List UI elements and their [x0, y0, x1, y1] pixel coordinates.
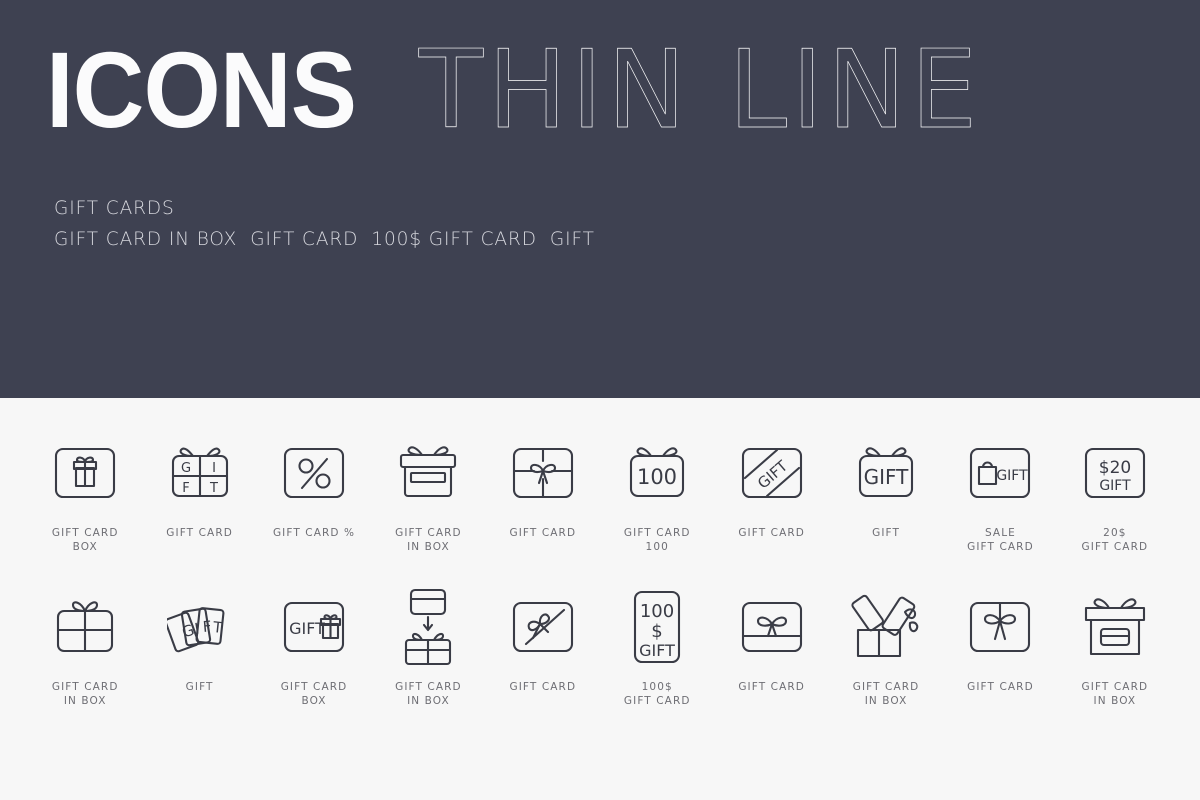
- icon-caption: GIFT CARD IN BOX: [1081, 681, 1149, 707]
- icon-glyph-currency: $: [652, 621, 663, 642]
- icon-caption: GIFT CARD: [509, 527, 577, 539]
- icon-caption: 100$ GIFT CARD: [623, 681, 691, 707]
- icon-cell-gift-card-center-bow[interactable]: GIFT CARD: [943, 588, 1057, 708]
- icon-caption: GIFT CARD IN BOX: [395, 527, 462, 553]
- icon-cell-gift-card-ribbon-diagonal[interactable]: GIFT GIFT CARD: [714, 434, 828, 554]
- gift-cards-fan-icon[interactable]: G I F T: [166, 588, 233, 666]
- icon-glyph-text: GIFT: [754, 456, 792, 492]
- subtitle-block: GIFT CARDS GIFT CARD IN BOX GIFT CARD 100$…: [54, 193, 608, 255]
- icon-cell-card-into-box-arrow[interactable]: GIFT CARD IN BOX: [371, 588, 485, 708]
- title-bold-word: ICONS: [46, 29, 357, 150]
- icon-caption: GIFT CARD IN BOX: [852, 681, 920, 707]
- gift-card-100-dollar-icon[interactable]: 100 $ GIFT: [633, 588, 681, 666]
- subtitle-segment-2: GIFT CARD: [250, 229, 359, 250]
- gift-card-percent-icon[interactable]: [283, 434, 345, 512]
- icon-caption: GIFT CARD: [738, 681, 805, 693]
- icon-glyph-text: 100: [637, 465, 677, 489]
- gift-card-gift-text-icon[interactable]: GIFT: [855, 434, 917, 512]
- svg-text:I: I: [212, 461, 216, 476]
- icon-caption: GIFT CARD BOX: [51, 527, 119, 553]
- icon-cell-sale-gift-card[interactable]: GIFT SALE GIFT CARD: [943, 434, 1057, 554]
- page-title: ICONS THIN LINE: [46, 36, 999, 145]
- subtitle-line-1: GIFT CARDS: [54, 198, 175, 219]
- gift-card-box-text-icon[interactable]: GIFT: [283, 588, 345, 666]
- gift-box-ribbon-bow-icon[interactable]: [54, 588, 116, 666]
- svg-text:F: F: [182, 481, 189, 496]
- subtitle-line-2: GIFT CARD IN BOX GIFT CARD 100$ GIFT CARD G…: [54, 224, 608, 255]
- gift-card-center-bow-icon[interactable]: [969, 588, 1031, 666]
- icon-glyph-amount: 100: [640, 601, 674, 622]
- icon-caption: GIFT CARD: [509, 681, 577, 693]
- icon-caption: GIFT CARD: [967, 681, 1034, 693]
- icon-glyph-text: GIFT: [997, 468, 1029, 484]
- icon-row-1: GIFT CARD BOX G I F T GIFT CARD GIFT CAR…: [0, 434, 1200, 554]
- subtitle-segment-4: GIFT: [549, 229, 595, 250]
- gift-card-box-icon[interactable]: [54, 434, 116, 512]
- icon-row-2: GIFT CARD IN BOX G I F T GIFT GIFT GIFT …: [0, 588, 1200, 708]
- icon-glyph-text: GIFT: [864, 465, 910, 489]
- gift-box-letters-icon[interactable]: G I F T: [169, 434, 231, 512]
- icon-cell-gift-box-lid-card[interactable]: GIFT CARD IN BOX: [1058, 588, 1172, 708]
- hero-banner: ICONS THIN LINE GIFT CARDS GIFT CARD IN B…: [0, 0, 1200, 398]
- gift-box-lid-card-icon[interactable]: [1082, 588, 1148, 666]
- icon-cell-gift-card-100-dollar[interactable]: 100 $ GIFT 100$ GIFT CARD: [600, 588, 714, 708]
- gift-card-in-box-lid-icon[interactable]: [397, 434, 459, 512]
- gift-card-ribbon-diagonal-icon[interactable]: GIFT: [741, 434, 803, 512]
- svg-text:T: T: [209, 481, 218, 496]
- icon-cell-gift-card-gift-text[interactable]: GIFT GIFT: [829, 434, 943, 554]
- icon-caption: GIFT: [185, 681, 214, 693]
- icon-grid: GIFT CARD BOX G I F T GIFT CARD GIFT CAR…: [0, 398, 1200, 800]
- icon-cell-gift-card-in-box-lid[interactable]: GIFT CARD IN BOX: [371, 434, 485, 554]
- icon-caption: GIFT CARD: [166, 527, 233, 539]
- icon-cell-gift-card-box-text[interactable]: GIFT GIFT CARD BOX: [257, 588, 371, 708]
- icon-caption: GIFT: [872, 527, 900, 539]
- svg-text:F: F: [202, 617, 212, 636]
- icon-glyph-text: GIFT: [1099, 478, 1131, 494]
- icon-caption: SALE GIFT CARD: [967, 527, 1034, 553]
- icon-cell-gift-card-bow-band[interactable]: GIFT CARD: [714, 588, 828, 708]
- title-thin-word: THIN LINE: [419, 28, 982, 153]
- gift-card-100-icon[interactable]: 100: [626, 434, 688, 512]
- icon-cell-gift-box-letters[interactable]: G I F T GIFT CARD: [142, 434, 256, 554]
- icon-cell-gift-card-bow[interactable]: GIFT CARD: [486, 434, 600, 554]
- gift-card-bow-icon[interactable]: [512, 434, 574, 512]
- icon-cell-gift-card-box[interactable]: GIFT CARD BOX: [28, 434, 142, 554]
- icon-cell-gift-card-20-dollar[interactable]: $20 GIFT 20$ GIFT CARD: [1058, 434, 1172, 554]
- icon-caption: GIFT CARD: [738, 527, 805, 539]
- sale-gift-card-icon[interactable]: GIFT: [969, 434, 1031, 512]
- icon-caption: GIFT CARD IN BOX: [395, 681, 462, 707]
- icon-caption: 20$ GIFT CARD: [1081, 527, 1149, 553]
- subtitle-segment-1: GIFT CARD IN BOX: [54, 229, 238, 250]
- icon-cell-gift-box-ribbon-bow[interactable]: GIFT CARD IN BOX: [28, 588, 142, 708]
- icon-caption: GIFT CARD 100: [623, 527, 691, 553]
- subtitle-segment-3: 100$ GIFT CARD: [371, 229, 537, 250]
- gift-card-bow-diagonal-icon[interactable]: [512, 588, 574, 666]
- icon-cell-gift-card-percent[interactable]: GIFT CARD %: [257, 434, 371, 554]
- icon-glyph-amount: $20: [1099, 458, 1131, 478]
- card-into-box-arrow-icon[interactable]: [397, 588, 459, 666]
- icon-cell-open-box-cards[interactable]: GIFT CARD IN BOX: [829, 588, 943, 708]
- gift-card-20-dollar-icon[interactable]: $20 GIFT: [1084, 434, 1146, 512]
- icon-cell-gift-card-bow-diagonal[interactable]: GIFT CARD: [486, 588, 600, 708]
- icon-cell-gift-card-100[interactable]: 100 GIFT CARD 100: [600, 434, 714, 554]
- icon-cell-gift-cards-fan[interactable]: G I F T GIFT: [142, 588, 256, 708]
- icon-caption: GIFT CARD IN BOX: [51, 681, 119, 707]
- icon-glyph-text: GIFT: [289, 619, 325, 638]
- icon-caption: GIFT CARD BOX: [280, 681, 348, 707]
- gift-card-bow-band-icon[interactable]: [741, 588, 803, 666]
- open-box-cards-icon[interactable]: [850, 588, 922, 666]
- icon-caption: GIFT CARD %: [272, 527, 356, 539]
- icon-glyph-text: GIFT: [639, 641, 675, 660]
- svg-text:G: G: [181, 461, 191, 476]
